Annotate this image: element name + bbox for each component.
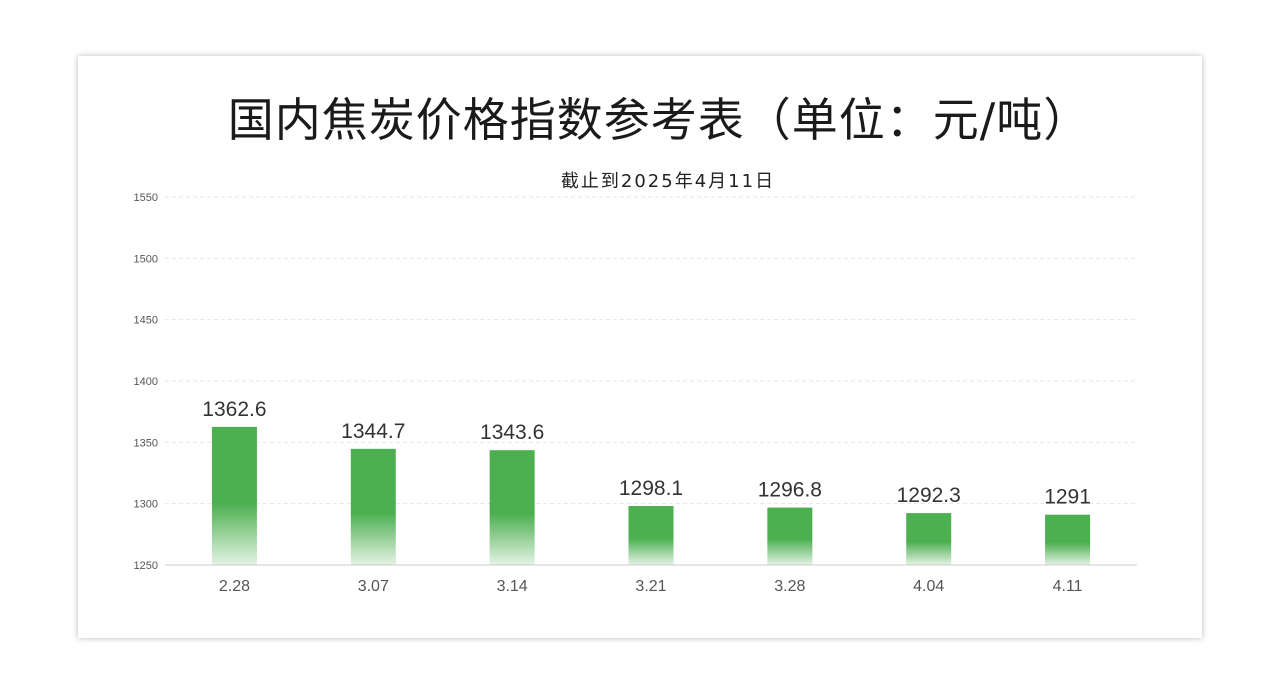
x-tick-label: 3.07 <box>358 578 389 595</box>
x-axis: 2.28 3.07 3.14 3.21 3.28 4.04 4.11 <box>165 564 1137 595</box>
y-tick-label: 1350 <box>134 437 158 449</box>
bar <box>489 450 535 565</box>
x-tick-label: 4.11 <box>1053 578 1083 595</box>
bar <box>350 448 396 565</box>
y-tick-label: 1300 <box>134 499 158 511</box>
y-tick-label: 1500 <box>134 253 158 265</box>
y-tick-label: 1450 <box>134 315 158 327</box>
bar <box>767 507 813 565</box>
y-axis: 1250 1300 1350 1400 1450 1500 1550 <box>134 192 158 572</box>
x-tick-label: 3.21 <box>635 578 666 595</box>
bar <box>906 513 952 565</box>
data-label: 1291 <box>1044 486 1091 509</box>
bars: 1362.6 1344.7 1343.6 1298.1 1296.8 1292.3 1291 <box>202 398 1091 565</box>
grid-lines <box>165 196 1137 505</box>
data-label: 1296.8 <box>758 479 822 502</box>
data-label: 1344.7 <box>341 420 405 443</box>
x-tick-label: 2.28 <box>219 578 250 595</box>
data-label: 1292.3 <box>897 484 961 507</box>
bar <box>211 426 257 565</box>
bar-chart: 1250 1300 1350 1400 1450 1500 1550 1362.6 1344.… <box>134 192 1137 595</box>
x-tick-label: 3.14 <box>497 578 528 595</box>
x-tick-label: 4.04 <box>913 578 944 595</box>
y-tick-label: 1550 <box>134 192 158 204</box>
y-tick-label: 1250 <box>134 560 158 572</box>
data-label: 1343.6 <box>480 421 544 444</box>
data-label: 1298.1 <box>619 477 683 500</box>
bar <box>1045 514 1091 565</box>
y-tick-label: 1400 <box>134 376 158 388</box>
data-label: 1362.6 <box>202 398 266 421</box>
bar <box>628 505 674 565</box>
x-tick-label: 3.28 <box>774 578 805 595</box>
